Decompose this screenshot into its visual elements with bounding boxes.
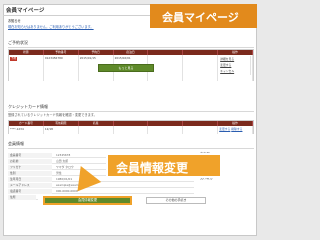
notice-label: お知らせ (8, 19, 21, 23)
profile-row: 住所 (8, 194, 38, 200)
other-procedures-button[interactable]: その他の手続き (146, 197, 206, 204)
card-table: カード番号 有効期限 名義 操作 ****-1234 12/18 変更する 削除… (8, 120, 254, 134)
booking-divider (8, 47, 254, 48)
callout-mypage-text: 会員マイページ (162, 11, 239, 24)
page-title: 会員マイページ (6, 8, 45, 14)
profile-divider (8, 148, 254, 149)
status-badge: 予約 (10, 57, 18, 61)
card-delete-link[interactable]: 削除する (231, 127, 242, 131)
booking-heading: ご予約状況 (8, 40, 28, 45)
booking-number: 0123456789 (44, 55, 79, 81)
card-divider (8, 111, 254, 112)
card-expiry: 12/18 (44, 126, 79, 134)
card-note: 登録されているクレジットカード情報を確認・変更できます。 (8, 113, 97, 117)
card-heading: クレジットカード情報 (8, 104, 48, 109)
profile-heading: 会員情報 (8, 141, 24, 146)
callout-mypage: 会員マイページ (150, 4, 257, 28)
card-change-link[interactable]: 変更する (219, 127, 230, 131)
callout-change-text: 会員情報変更 (116, 161, 189, 175)
booking-more-button[interactable]: もっと見る (98, 64, 154, 72)
cancel-link[interactable]: キャンセル (219, 68, 252, 75)
table-row: ****-1234 12/18 変更する 削除する (9, 126, 254, 134)
card-number: ****-1234 (9, 126, 44, 134)
callout-change: 会員情報変更 (106, 153, 222, 178)
notice-text[interactable]: 現在お知らせはありません。ご利用ありがとうございます。 (8, 25, 94, 29)
